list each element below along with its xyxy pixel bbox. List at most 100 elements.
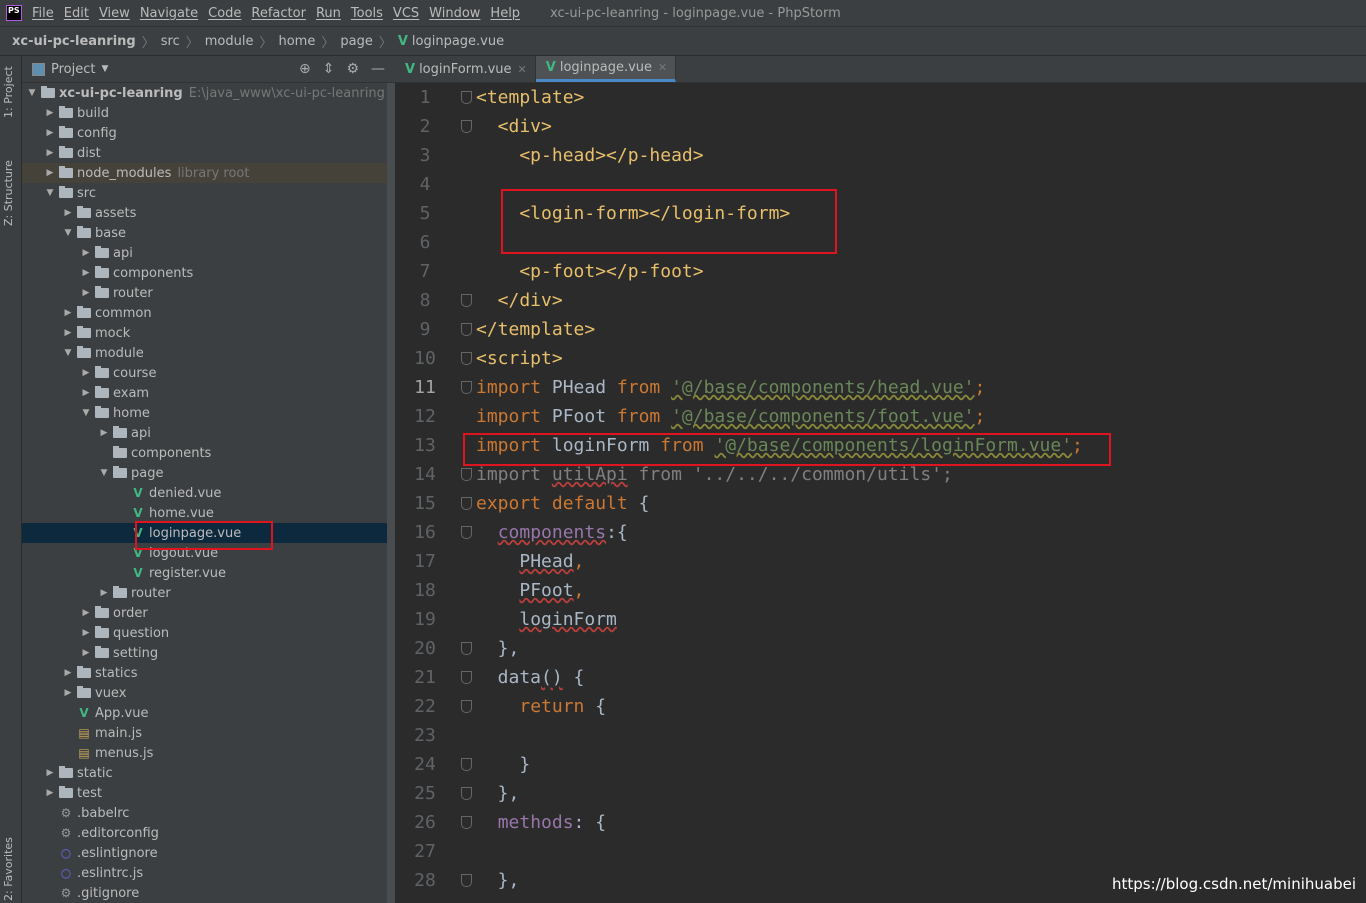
fold-marker-icon[interactable] [461, 468, 472, 481]
gear-icon[interactable]: ⚙ [346, 61, 359, 77]
menu-window[interactable]: Window [429, 6, 480, 21]
tree-item[interactable]: ▼ home [22, 403, 387, 423]
caret-right-icon[interactable]: ▶ [98, 428, 110, 438]
tree-item[interactable]: ▶ common [22, 303, 387, 323]
tree-item[interactable]: components [22, 443, 387, 463]
minimize-icon[interactable]: — [371, 61, 385, 77]
project-tool-tab[interactable]: 1: Project [2, 66, 15, 118]
menu-refactor[interactable]: Refactor [251, 6, 306, 21]
tree-item[interactable]: ▶ router [22, 583, 387, 603]
menu-view[interactable]: View [99, 6, 130, 21]
tree-item[interactable]: ○ .eslintignore [22, 843, 387, 863]
tree-item[interactable]: ▶ config [22, 123, 387, 143]
tree-item[interactable]: ▶ build [22, 103, 387, 123]
tree-item[interactable]: Vregister.vue [22, 563, 387, 583]
menu-file[interactable]: File [32, 6, 54, 21]
fold-marker-icon[interactable] [461, 323, 472, 336]
caret-right-icon[interactable]: ▶ [62, 688, 74, 698]
breadcrumb-item[interactable]: home [278, 34, 315, 49]
fold-marker-icon[interactable] [461, 671, 472, 684]
tree-item[interactable]: ▶ setting [22, 643, 387, 663]
tree-item[interactable]: ▶ test [22, 783, 387, 803]
locate-icon[interactable]: ⊕ [299, 61, 311, 77]
tree-item[interactable]: ▶ statics [22, 663, 387, 683]
menu-tools[interactable]: Tools [351, 6, 383, 21]
tree-item[interactable]: ▶ dist [22, 143, 387, 163]
tree-item[interactable]: Vdenied.vue [22, 483, 387, 503]
collapse-all-icon[interactable]: ⇕ [323, 61, 335, 77]
fold-marker-icon[interactable] [461, 497, 472, 510]
fold-marker-icon[interactable] [461, 700, 472, 713]
caret-right-icon[interactable]: ▶ [80, 268, 92, 278]
caret-right-icon[interactable]: ▶ [98, 588, 110, 598]
close-icon[interactable]: ✕ [518, 63, 527, 76]
breadcrumb-item[interactable]: xc-ui-pc-leanring [12, 34, 136, 49]
breadcrumb-item[interactable]: module [205, 34, 254, 49]
tab-loginpage-vue[interactable]: Vloginpage.vue ✕ [535, 56, 677, 82]
chevron-down-icon[interactable]: ▼ [101, 64, 108, 74]
caret-right-icon[interactable]: ▶ [44, 768, 56, 778]
tree-item[interactable]: ⚙ .editorconfig [22, 823, 387, 843]
caret-down-icon[interactable]: ▼ [26, 88, 38, 98]
caret-right-icon[interactable]: ▶ [44, 128, 56, 138]
tree-item[interactable]: ▶ vuex [22, 683, 387, 703]
fold-marker-icon[interactable] [461, 642, 472, 655]
menu-help[interactable]: Help [490, 6, 520, 21]
tree-item[interactable]: ▼ xc-ui-pc-leanring E:\java_www\xc-ui-pc-l… [22, 83, 387, 103]
tree-item[interactable]: ▼ src [22, 183, 387, 203]
tree-item[interactable]: ▤ main.js [22, 723, 387, 743]
tree-item[interactable]: ▶ question [22, 623, 387, 643]
tree-item[interactable]: Vhome.vue [22, 503, 387, 523]
close-icon[interactable]: ✕ [658, 61, 667, 74]
tree-item[interactable]: ⚙ .babelrc [22, 803, 387, 823]
tree-item[interactable]: ▼ module [22, 343, 387, 363]
fold-marker-icon[interactable] [461, 816, 472, 829]
tree-item[interactable]: ▶ mock [22, 323, 387, 343]
menu-run[interactable]: Run [316, 6, 341, 21]
tree-item[interactable]: ▶ api [22, 423, 387, 443]
fold-marker-icon[interactable] [461, 874, 472, 887]
caret-right-icon[interactable]: ▶ [62, 208, 74, 218]
menu-edit[interactable]: Edit [64, 6, 89, 21]
caret-right-icon[interactable]: ▶ [62, 328, 74, 338]
tree-item[interactable]: ▶ order [22, 603, 387, 623]
caret-right-icon[interactable]: ▶ [80, 368, 92, 378]
caret-down-icon[interactable]: ▼ [62, 228, 74, 238]
caret-right-icon[interactable]: ▶ [80, 608, 92, 618]
tree-item[interactable]: ⚙ .gitignore [22, 883, 387, 903]
tree-item[interactable]: ▶ node_modules library root [22, 163, 387, 183]
caret-right-icon[interactable]: ▶ [62, 668, 74, 678]
caret-right-icon[interactable]: ▶ [80, 388, 92, 398]
caret-right-icon[interactable]: ▶ [80, 648, 92, 658]
tree-item[interactable]: ▶ course [22, 363, 387, 383]
caret-right-icon[interactable]: ▶ [44, 788, 56, 798]
caret-down-icon[interactable]: ▼ [98, 468, 110, 478]
menu-navigate[interactable]: Navigate [140, 6, 198, 21]
caret-down-icon[interactable]: ▼ [62, 348, 74, 358]
scrollbar[interactable] [387, 83, 395, 903]
caret-down-icon[interactable]: ▼ [80, 408, 92, 418]
caret-right-icon[interactable]: ▶ [80, 288, 92, 298]
menu-code[interactable]: Code [208, 6, 241, 21]
tree-item[interactable]: ▼ page [22, 463, 387, 483]
favorites-tool-tab[interactable]: 2: Favorites [2, 837, 15, 901]
tab-loginForm-vue[interactable]: VloginForm.vue ✕ [395, 56, 536, 82]
caret-right-icon[interactable]: ▶ [44, 148, 56, 158]
tree-item[interactable]: ▤ menus.js [22, 743, 387, 763]
caret-right-icon[interactable]: ▶ [44, 168, 56, 178]
caret-right-icon[interactable]: ▶ [44, 108, 56, 118]
fold-marker-icon[interactable] [461, 91, 472, 104]
tree-item[interactable]: ▼ base [22, 223, 387, 243]
tree-item[interactable]: ○ .eslintrc.js [22, 863, 387, 883]
tree-item[interactable]: ▶ components [22, 263, 387, 283]
breadcrumb-item[interactable]: loginpage.vue [412, 34, 504, 49]
tree-item[interactable]: V App.vue [22, 703, 387, 723]
menu-vcs[interactable]: VCS [393, 6, 419, 21]
tree-item[interactable]: ▶ exam [22, 383, 387, 403]
fold-marker-icon[interactable] [461, 787, 472, 800]
structure-tool-tab[interactable]: Z: Structure [2, 160, 15, 226]
fold-marker-icon[interactable] [461, 294, 472, 307]
fold-marker-icon[interactable] [461, 526, 472, 539]
project-view-selector[interactable]: Project [51, 62, 95, 77]
caret-right-icon[interactable]: ▶ [80, 628, 92, 638]
